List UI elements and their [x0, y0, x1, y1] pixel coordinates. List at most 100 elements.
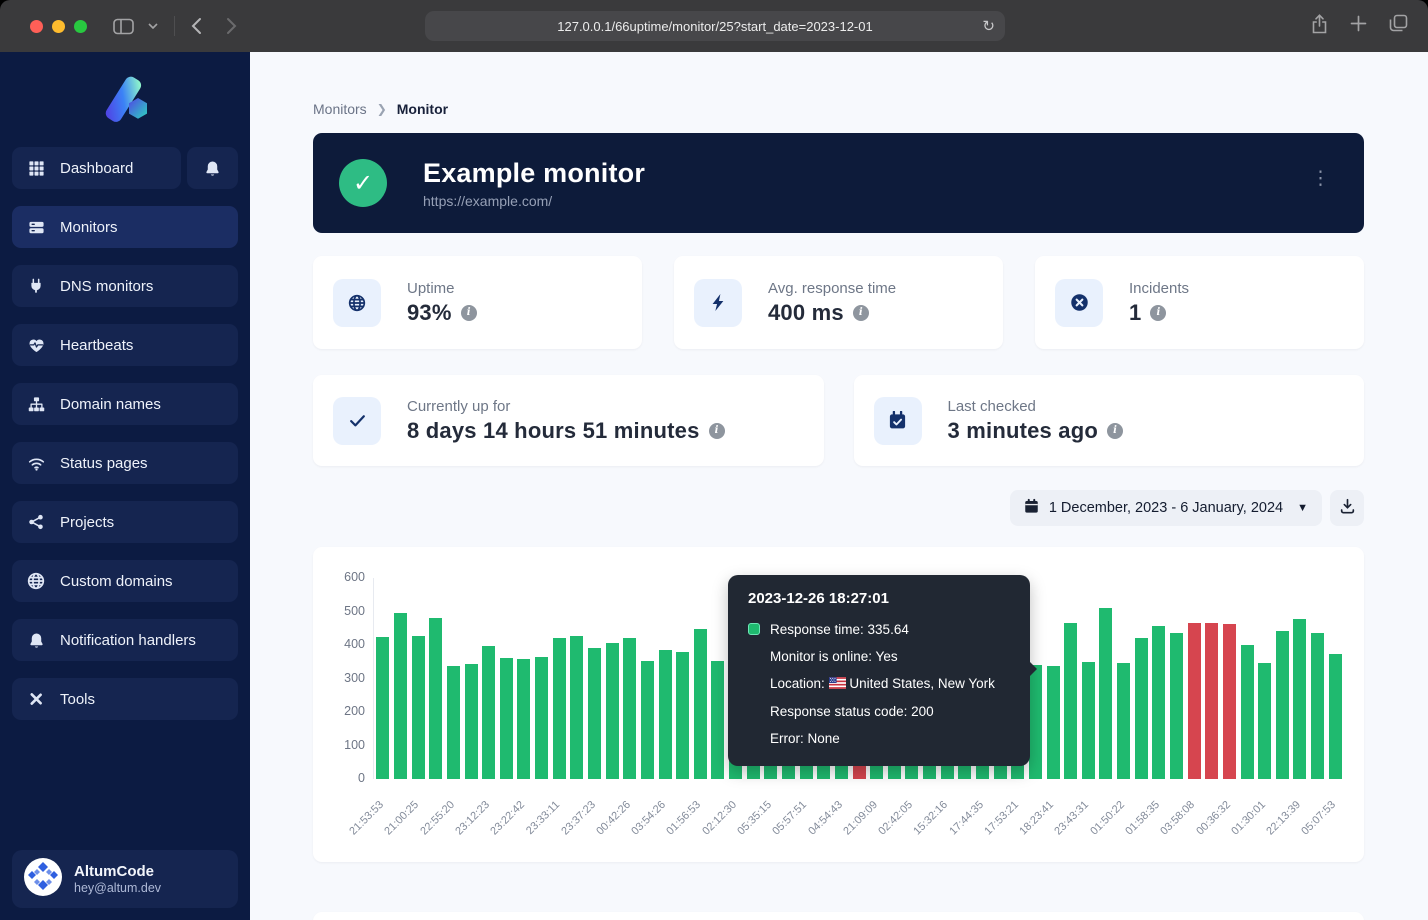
zoom-window-button[interactable]: [74, 20, 87, 33]
chart-bar-up[interactable]: [1329, 654, 1342, 779]
minimize-window-button[interactable]: [52, 20, 65, 33]
chart-bar-up[interactable]: [1241, 645, 1254, 779]
chart-bar-up[interactable]: [412, 636, 425, 779]
new-tab-icon[interactable]: [1350, 15, 1367, 37]
tab-overview-icon[interactable]: [1389, 14, 1408, 38]
chart-bar-up[interactable]: [1170, 633, 1183, 779]
chart-bar-up[interactable]: [1047, 666, 1060, 779]
info-icon[interactable]: i: [1150, 305, 1166, 321]
chart-bar-up[interactable]: [1135, 638, 1148, 779]
chart-bar-up[interactable]: [1064, 623, 1077, 779]
sidebar-item-label: Notification handlers: [60, 632, 196, 649]
sidebar-item-status-pages[interactable]: Status pages: [12, 442, 238, 484]
app-logo[interactable]: [97, 76, 153, 129]
sidebar-item-dashboard[interactable]: Dashboard: [12, 147, 181, 189]
x-tick-label: 15:32:16: [912, 799, 951, 838]
sidebar-item-monitors[interactable]: Monitors: [12, 206, 238, 248]
monitor-menu-icon[interactable]: ⋮: [1311, 169, 1330, 188]
account-name: AltumCode: [74, 863, 161, 882]
chart-bar-up[interactable]: [1152, 626, 1165, 779]
chart-tooltip: 2023-12-26 18:27:01 Response time: 335.6…: [728, 575, 1030, 766]
info-icon[interactable]: i: [1107, 423, 1123, 439]
back-button[interactable]: [191, 17, 202, 35]
chart-bar-up[interactable]: [606, 643, 619, 779]
sidebar-item-notification-handlers[interactable]: Notification handlers: [12, 619, 238, 661]
sidebar-item-tools[interactable]: Tools: [12, 678, 238, 720]
forward-button[interactable]: [226, 17, 237, 35]
x-tick-label: 01:50:22: [1088, 799, 1127, 838]
chart-bar-up[interactable]: [1117, 663, 1130, 779]
chart-bar-up[interactable]: [517, 659, 530, 779]
chart-bar-up[interactable]: [641, 661, 654, 779]
chart-bar-up[interactable]: [1258, 663, 1271, 779]
chart-bar-up[interactable]: [1293, 619, 1306, 779]
window-controls: [30, 20, 87, 33]
x-tick-label: 18:23:41: [1017, 799, 1056, 838]
info-icon[interactable]: i: [461, 305, 477, 321]
chart-bar-up[interactable]: [694, 629, 707, 779]
chart-bar-up[interactable]: [1311, 633, 1324, 779]
chart-bar-up[interactable]: [535, 657, 548, 779]
x-tick-label: 05:35:15: [735, 799, 774, 838]
chart-bar-up[interactable]: [1099, 608, 1112, 779]
sidebar-item-label: Tools: [60, 691, 95, 708]
chart-bar-up[interactable]: [1276, 631, 1289, 779]
card-label: Uptime: [407, 280, 477, 297]
close-window-button[interactable]: [30, 20, 43, 33]
x-tick-label: 03:54:26: [629, 799, 668, 838]
x-tick-label: 00:42:26: [594, 799, 633, 838]
account-card[interactable]: AltumCode hey@altum.dev: [12, 850, 238, 908]
chart-bar-up[interactable]: [465, 664, 478, 779]
address-bar[interactable]: 127.0.0.1/66uptime/monitor/25?start_date…: [425, 11, 1005, 41]
chart-bar-down[interactable]: [1188, 623, 1201, 779]
date-range-picker[interactable]: 1 December, 2023 - 6 January, 2024 ▼: [1010, 490, 1322, 526]
info-icon[interactable]: i: [709, 423, 725, 439]
chart-bar-up[interactable]: [1029, 665, 1042, 779]
wifi-icon: [26, 455, 46, 472]
chevron-down-icon[interactable]: [148, 23, 158, 29]
export-button[interactable]: [1330, 490, 1364, 526]
info-icon[interactable]: i: [853, 305, 869, 321]
card-value: 3 minutes ago: [948, 418, 1099, 444]
y-tick-label: 500: [321, 604, 365, 618]
x-tick-label: 05:57:51: [771, 799, 810, 838]
sidebar-item-projects[interactable]: Projects: [12, 501, 238, 543]
tooltip-status-code: Response status code: 200: [748, 698, 1010, 725]
chart-bar-up[interactable]: [447, 666, 460, 779]
x-tick-label: 21:00:25: [383, 799, 422, 838]
share-icon[interactable]: [1311, 14, 1328, 39]
card-last-checked: Last checked 3 minutes ago i: [854, 375, 1365, 466]
card-label: Last checked: [948, 398, 1124, 415]
sidebar-item-heartbeats[interactable]: Heartbeats: [12, 324, 238, 366]
sidebar-toggle-icon[interactable]: [113, 18, 134, 35]
chart-bar-up[interactable]: [676, 652, 689, 779]
chart-bar-up[interactable]: [711, 661, 724, 779]
notifications-button[interactable]: [187, 147, 238, 189]
sidebar-item-domain-names[interactable]: Domain names: [12, 383, 238, 425]
sidebar-item-label: Domain names: [60, 396, 161, 413]
chart-bar-up[interactable]: [570, 636, 583, 779]
chart-bar-up[interactable]: [553, 638, 566, 779]
chart-bar-up[interactable]: [659, 650, 672, 779]
chart-bar-up[interactable]: [376, 637, 389, 779]
chart-bar-up[interactable]: [588, 648, 601, 779]
chart-bar-down[interactable]: [1223, 624, 1236, 779]
account-email: hey@altum.dev: [74, 881, 161, 895]
chart-bar-up[interactable]: [482, 646, 495, 779]
x-tick-label: 23:12:23: [453, 799, 492, 838]
sidebar-item-label: DNS monitors: [60, 278, 153, 295]
x-tick-label: 23:22:42: [488, 799, 527, 838]
chart-bar-up[interactable]: [1082, 662, 1095, 779]
sidebar-item-dns-monitors[interactable]: DNS monitors: [12, 265, 238, 307]
chart-bar-down[interactable]: [1205, 623, 1218, 779]
breadcrumb-parent[interactable]: Monitors: [313, 101, 367, 117]
sidebar-item-custom-domains[interactable]: Custom domains: [12, 560, 238, 602]
chart-bar-up[interactable]: [429, 618, 442, 779]
chart-bar-up[interactable]: [623, 638, 636, 779]
chart-bar-up[interactable]: [500, 658, 513, 779]
monitor-header: ✓ Example monitor https://example.com/ ⋮: [313, 133, 1364, 233]
series-marker-icon: [748, 623, 760, 635]
reload-icon[interactable]: ↻: [982, 17, 995, 35]
card-uptime: Uptime 93% i: [313, 256, 642, 349]
chart-bar-up[interactable]: [394, 613, 407, 779]
